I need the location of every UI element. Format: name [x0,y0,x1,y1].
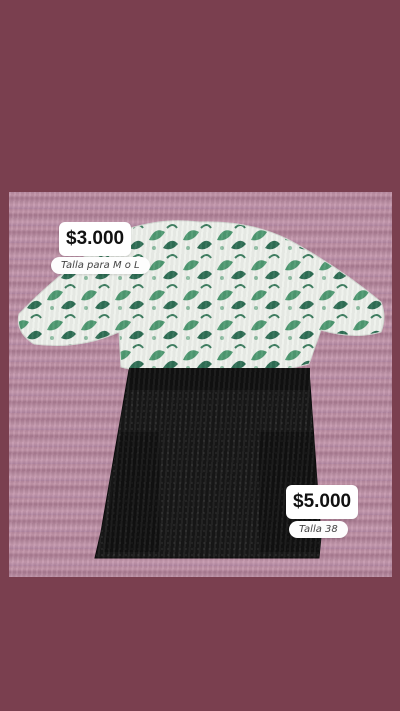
skirt-waistband [129,368,310,390]
size-note-skirt: Talla 38 [289,521,348,538]
size-note-blouse: Talla para M o L [51,257,150,274]
price-sticker-skirt: $5.000 [286,485,359,519]
price-sticker-blouse: $3.000 [59,222,132,256]
